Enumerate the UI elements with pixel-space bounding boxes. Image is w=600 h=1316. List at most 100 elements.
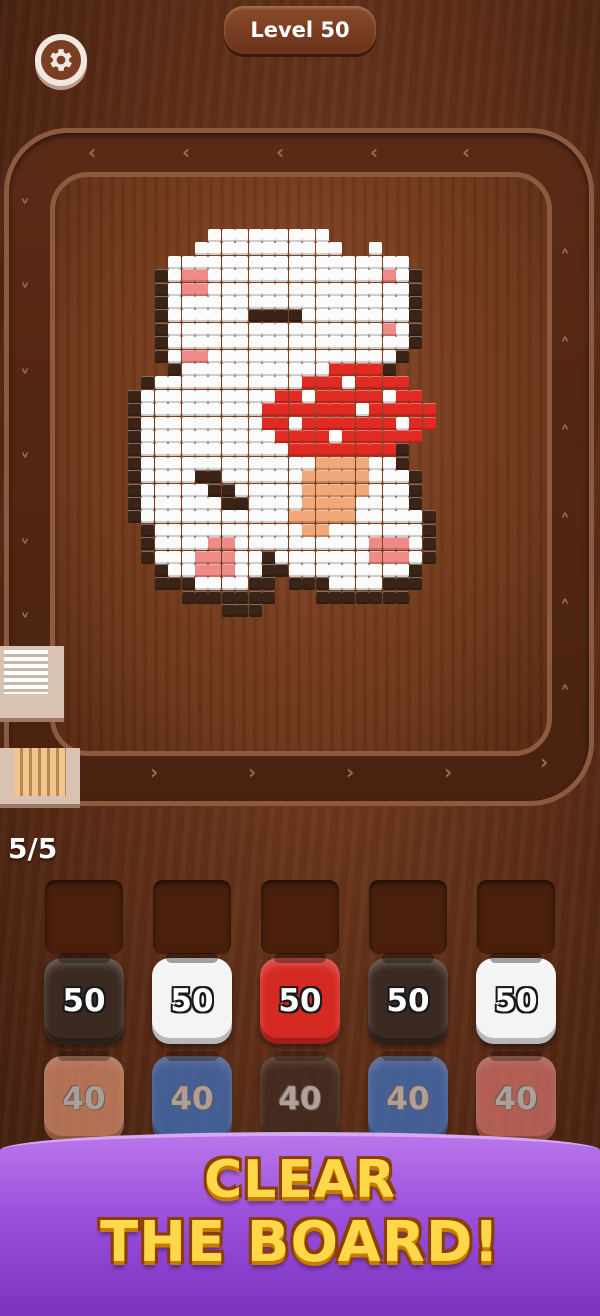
spool-back-1[interactable]: 40	[44, 1051, 124, 1142]
pixel-cell	[369, 322, 383, 336]
pixel-cell	[275, 282, 289, 296]
pixel-cell	[221, 510, 235, 524]
pixel-cell	[181, 269, 195, 283]
pixel-cell	[342, 296, 356, 309]
pixel-cell	[262, 309, 275, 323]
pixel-cell	[262, 430, 275, 443]
holding-slot[interactable]	[477, 880, 555, 954]
spool-front-4[interactable]: 50	[368, 953, 448, 1044]
pixel-cell	[168, 483, 182, 497]
pixel-cell	[208, 376, 222, 390]
pixel-cell	[288, 564, 302, 577]
pixel-cell	[382, 389, 396, 403]
pixel-cell	[288, 470, 302, 484]
pixel-cell	[275, 269, 289, 283]
track-chevron-icon: ˅	[20, 196, 30, 220]
pixel-cell	[181, 550, 195, 564]
pixel-cell	[195, 403, 208, 417]
pixel-cell	[262, 577, 275, 591]
pixel-cell	[154, 336, 168, 350]
pixel-cell	[288, 550, 302, 564]
pixel-cell	[208, 242, 222, 256]
pixel-cell	[315, 590, 329, 604]
pixel-cell	[221, 229, 235, 242]
pixel-cell	[369, 497, 383, 510]
pixel-cell	[342, 282, 356, 296]
holding-slot[interactable]	[153, 880, 231, 954]
holding-slot[interactable]	[369, 880, 447, 954]
holding-slot[interactable]	[45, 880, 123, 954]
pixel-cell	[195, 376, 208, 390]
pixel-cell	[141, 523, 155, 537]
pixel-cell	[208, 564, 222, 577]
pixel-cell	[195, 523, 208, 537]
pixel-cell	[369, 403, 383, 417]
spool-front-1[interactable]: 50	[44, 953, 124, 1044]
pixel-cell	[141, 483, 155, 497]
pixel-cell	[181, 416, 195, 430]
pixel-cell	[382, 577, 396, 591]
spool-back-5[interactable]: 40	[476, 1051, 556, 1142]
pixel-cell	[195, 269, 208, 283]
pixel-cell	[275, 389, 289, 403]
pixel-cell	[195, 537, 208, 551]
pixel-cell	[302, 430, 316, 443]
pixel-cell	[329, 416, 342, 430]
track-chevron-icon: ˄	[560, 334, 570, 358]
pixel-cell	[382, 564, 396, 577]
pixel-cell	[342, 497, 356, 510]
pixel-cell	[355, 483, 369, 497]
spool-front-3[interactable]: 50	[260, 953, 340, 1044]
pixel-cell	[315, 550, 329, 564]
pixel-cell	[195, 336, 208, 350]
pixel-cell	[342, 389, 356, 403]
pixel-cell	[262, 349, 275, 363]
holding-slot[interactable]	[261, 880, 339, 954]
settings-button[interactable]	[35, 34, 87, 86]
pixel-cell	[128, 510, 141, 524]
pixel-cell	[128, 470, 141, 484]
spool-front-2[interactable]: 50	[152, 953, 232, 1044]
pixel-cell	[154, 269, 168, 283]
pixel-cell	[382, 523, 396, 537]
spool-back-2[interactable]: 40	[152, 1051, 232, 1142]
pixel-cell	[248, 537, 262, 551]
pixel-cell	[369, 336, 383, 350]
pixel-cell	[302, 510, 316, 524]
pixel-cell	[128, 416, 141, 430]
pixel-cell	[154, 322, 168, 336]
pixel-cell	[315, 282, 329, 296]
pixel-cell	[141, 403, 155, 417]
track-chevron-icon: ›	[540, 750, 549, 774]
pixel-cell	[262, 564, 275, 577]
track-chevron-icon: ‹	[276, 140, 285, 164]
spool-back-4[interactable]: 40	[368, 1051, 448, 1142]
pixel-cell	[355, 470, 369, 484]
pixel-cell	[382, 255, 396, 269]
pixel-cell	[342, 456, 356, 470]
pixel-cell	[168, 416, 182, 430]
pixel-cell	[342, 537, 356, 551]
pixel-cell	[235, 550, 249, 564]
pixel-cell	[262, 550, 275, 564]
pixel-cell	[315, 443, 329, 457]
pixel-cell	[141, 416, 155, 430]
pixel-cell	[396, 537, 409, 551]
pixel-cell	[369, 255, 383, 269]
pixel-cell	[181, 483, 195, 497]
pixel-cell	[382, 443, 396, 457]
pixel-cell	[181, 309, 195, 323]
pixel-cell	[262, 363, 275, 376]
pixel-cell	[262, 389, 275, 403]
pixel-cell	[181, 389, 195, 403]
pixel-cell	[329, 470, 342, 484]
track-chevron-icon: ˅	[20, 450, 30, 474]
spool-front-5[interactable]: 50	[476, 953, 556, 1044]
spool-back-3[interactable]: 40	[260, 1051, 340, 1142]
pixel-cell	[302, 403, 316, 417]
pixel-cell	[248, 523, 262, 537]
pixel-cell	[369, 470, 383, 484]
pixel-cell	[275, 564, 289, 577]
pixel-cell	[168, 523, 182, 537]
pixel-cell	[181, 577, 195, 591]
